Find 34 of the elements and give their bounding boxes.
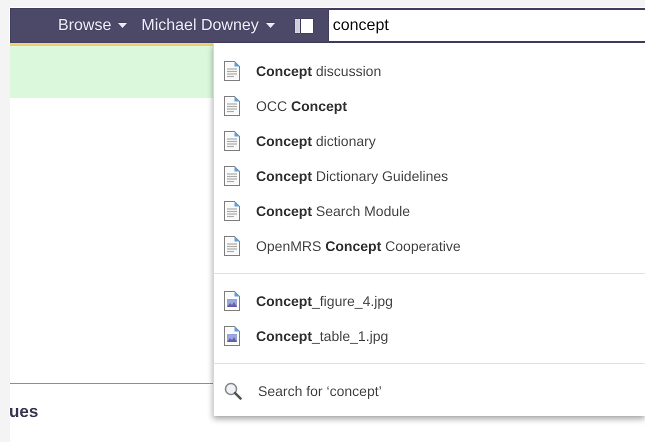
- document-icon: [224, 166, 240, 186]
- result-label: Concept Search Module: [256, 202, 410, 218]
- search-icon: [224, 382, 242, 400]
- search-result[interactable]: Concept_table_1.jpg: [214, 318, 645, 353]
- result-label: OCC Concept: [256, 98, 347, 114]
- result-label: Search for ‘concept’: [258, 382, 382, 398]
- image-file-icon: [224, 290, 240, 310]
- sidebar-toggle-icon[interactable]: [294, 18, 313, 32]
- document-icon: [224, 130, 240, 150]
- result-label: Concept dictionary: [256, 132, 376, 148]
- document-icon: [224, 96, 240, 116]
- section-heading: ues: [9, 402, 40, 422]
- search-result[interactable]: Concept Dictionary Guidelines: [214, 158, 645, 193]
- search-result[interactable]: Concept discussion: [214, 53, 645, 88]
- nav-menu[interactable]: Michael Downey: [137, 14, 279, 36]
- result-label: Concept_table_1.jpg: [256, 328, 388, 344]
- result-label: OpenMRS Concept Cooperative: [256, 238, 461, 254]
- image-file-icon: [224, 326, 240, 346]
- search-result[interactable]: Concept Search Module: [214, 193, 645, 228]
- caret-icon: [118, 23, 128, 28]
- search-result[interactable]: Concept dictionary: [214, 123, 645, 158]
- search-field[interactable]: concept: [328, 10, 645, 41]
- result-label: Concept_figure_4.jpg: [256, 292, 393, 308]
- search-result[interactable]: Concept_figure_4.jpg: [214, 283, 645, 318]
- document-icon: [224, 60, 240, 80]
- document-icon: [224, 200, 240, 220]
- caret-icon: [266, 23, 275, 28]
- search-result[interactable]: OCC Concept: [214, 88, 645, 123]
- search-result[interactable]: OpenMRS Concept Cooperative: [214, 228, 645, 263]
- document-icon: [224, 236, 240, 256]
- search-result[interactable]: Search for ‘concept’: [214, 373, 645, 408]
- result-label: Concept discussion: [256, 62, 382, 78]
- nav-menu[interactable]: Browse: [54, 14, 132, 36]
- result-label: Concept Dictionary Guidelines: [256, 168, 448, 184]
